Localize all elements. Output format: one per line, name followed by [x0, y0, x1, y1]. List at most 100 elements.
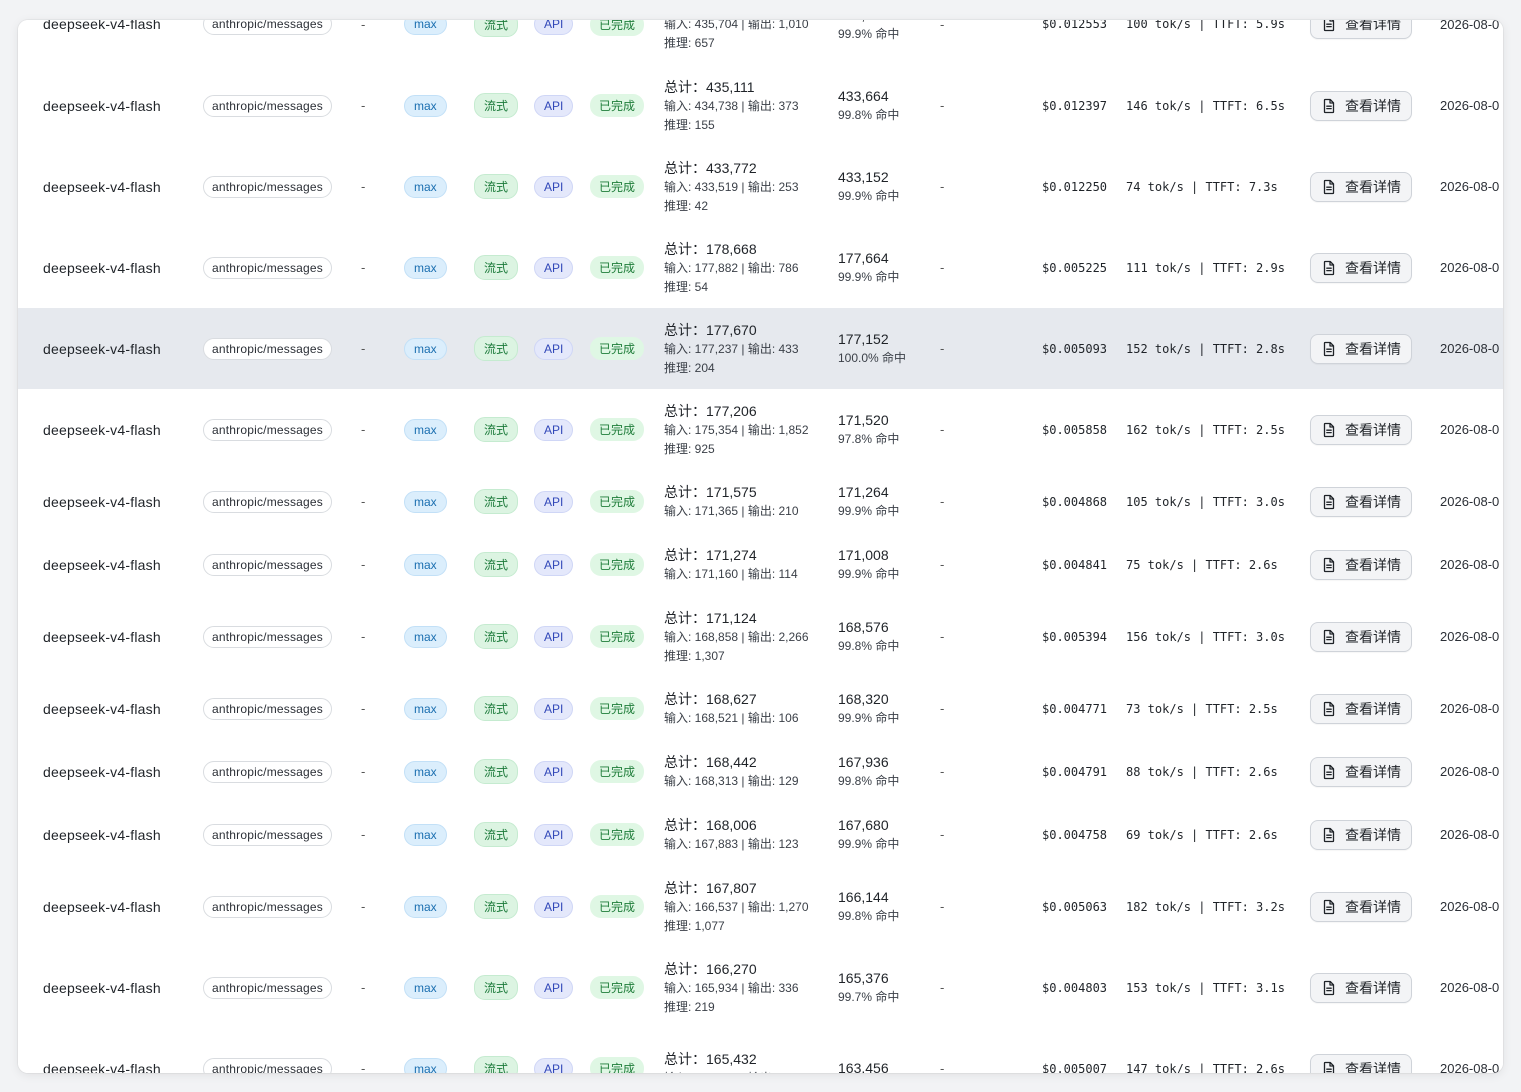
extra-value: - — [940, 980, 945, 995]
cache-hit-rate: 100.0% 命中 — [838, 351, 907, 365]
cache-usage: 171,520 97.8% 命中 — [838, 389, 899, 470]
cache-usage: 171,264 99.9% 命中 — [838, 470, 899, 533]
token-io: 输入: 164,334 | 输出: 1,098 — [664, 1069, 809, 1073]
token-total: 总计：168,006 — [664, 817, 757, 833]
timestamp: 2026-08-0 — [1440, 422, 1500, 437]
view-detail-button[interactable]: 查看详情 — [1310, 20, 1412, 39]
effort-badge: max — [404, 1057, 447, 1073]
cache-usage: 433,664 99.8% 命中 — [838, 65, 899, 146]
document-icon — [1323, 764, 1335, 779]
timestamp: 2026-08-0 — [1440, 557, 1500, 572]
table-row[interactable]: deepseek-v4-flash anthropic/messages - m… — [18, 308, 1503, 390]
table-row[interactable]: deepseek-v4-flash anthropic/messages - m… — [18, 596, 1503, 678]
view-detail-button[interactable]: 查看详情 — [1310, 333, 1412, 364]
cache-tokens: 177,664 — [838, 250, 889, 266]
table-row[interactable]: deepseek-v4-flash anthropic/messages - m… — [18, 866, 1503, 948]
table-row[interactable]: deepseek-v4-flash anthropic/messages - m… — [18, 146, 1503, 228]
table-row[interactable]: deepseek-v4-flash anthropic/messages - m… — [18, 677, 1503, 741]
token-io: 输入: 177,237 | 输出: 433 — [664, 341, 799, 356]
table-row[interactable]: deepseek-v4-flash anthropic/messages - m… — [18, 1028, 1503, 1073]
token-io: 输入: 433,519 | 输出: 253 — [664, 179, 799, 194]
model-name: deepseek-v4-flash — [43, 20, 161, 32]
view-detail-button[interactable]: 查看详情 — [1310, 756, 1412, 787]
cost-value: $0.012397 — [1042, 98, 1108, 113]
token-usage: 总计：435,111 输入: 434,738 | 输出: 373 推理: 155 — [664, 65, 799, 146]
cache-tokens: 433,664 — [838, 88, 889, 104]
view-detail-button[interactable]: 查看详情 — [1310, 549, 1412, 580]
endpoint-badge: anthropic/messages — [203, 20, 332, 35]
document-icon — [1323, 179, 1335, 194]
token-reasoning: 推理: 54 — [664, 279, 709, 294]
extra-value: - — [940, 1061, 945, 1073]
cache-usage: 167,936 99.8% 命中 — [838, 740, 899, 803]
status-badge: 已完成 — [590, 553, 645, 576]
cache-usage: 168,320 99.9% 命中 — [838, 677, 899, 740]
usage-log-window: deepseek-v4-flash anthropic/messages - m… — [18, 20, 1503, 1073]
table-row[interactable]: deepseek-v4-flash anthropic/messages - m… — [18, 227, 1503, 309]
token-io: 输入: 171,365 | 输出: 210 — [664, 504, 799, 518]
speed-value: 74 tok/s | TTFT: 7.3s — [1126, 179, 1278, 194]
effort-badge: max — [404, 895, 447, 918]
table-row[interactable]: deepseek-v4-flash anthropic/messages - m… — [18, 65, 1503, 147]
view-detail-label: 查看详情 — [1345, 178, 1401, 195]
cache-tokens: 177,152 — [838, 331, 889, 347]
model-name: deepseek-v4-flash — [43, 556, 161, 573]
view-detail-button[interactable]: 查看详情 — [1310, 972, 1412, 1003]
table-row[interactable]: deepseek-v4-flash anthropic/messages - m… — [18, 20, 1503, 66]
table-row[interactable]: deepseek-v4-flash anthropic/messages - m… — [18, 803, 1503, 867]
model-name: deepseek-v4-flash — [43, 1060, 161, 1074]
view-detail-button[interactable]: 查看详情 — [1310, 891, 1412, 922]
token-io: 输入: 171,160 | 输出: 114 — [664, 567, 798, 581]
model-name: deepseek-v4-flash — [43, 178, 161, 195]
timestamp: 2026-08-0 — [1440, 260, 1500, 275]
view-detail-button[interactable]: 查看详情 — [1310, 414, 1412, 445]
document-icon — [1323, 494, 1335, 509]
cache-usage: 177,152 100.0% 命中 — [838, 308, 906, 389]
status-badge: 已完成 — [590, 1057, 645, 1073]
view-detail-button[interactable]: 查看详情 — [1310, 486, 1412, 517]
table-row[interactable]: deepseek-v4-flash anthropic/messages - m… — [18, 533, 1503, 597]
speed-value: 146 tok/s | TTFT: 6.5s — [1126, 98, 1285, 113]
stream-badge: 流式 — [474, 336, 519, 361]
status-badge: 已完成 — [590, 490, 645, 513]
group-value: - — [361, 98, 366, 113]
view-detail-button[interactable]: 查看详情 — [1310, 621, 1412, 652]
effort-badge: max — [404, 94, 447, 117]
cost-value: $0.004868 — [1042, 494, 1108, 509]
view-detail-button[interactable]: 查看详情 — [1310, 1053, 1412, 1073]
extra-value: - — [940, 701, 945, 716]
timestamp: 2026-08-0 — [1440, 98, 1500, 113]
token-reasoning: 推理: 1,077 — [664, 918, 725, 933]
cache-usage: 435,372 99.9% 命中 — [838, 20, 899, 65]
view-detail-button[interactable]: 查看详情 — [1310, 693, 1412, 724]
view-detail-button[interactable]: 查看详情 — [1310, 171, 1412, 202]
cache-hit-rate: 99.9% 命中 — [838, 504, 900, 518]
table-row[interactable]: deepseek-v4-flash anthropic/messages - m… — [18, 740, 1503, 804]
source-badge: API — [534, 256, 574, 279]
view-detail-label: 查看详情 — [1345, 763, 1401, 780]
view-detail-button[interactable]: 查看详情 — [1310, 252, 1412, 283]
cache-tokens: 167,936 — [838, 754, 889, 770]
speed-value: 100 tok/s | TTFT: 5.9s — [1126, 20, 1285, 31]
table-row[interactable]: deepseek-v4-flash anthropic/messages - m… — [18, 947, 1503, 1029]
table-row[interactable]: deepseek-v4-flash anthropic/messages - m… — [18, 389, 1503, 471]
token-total: 总计：177,670 — [664, 321, 757, 338]
cache-tokens: 168,576 — [838, 619, 889, 635]
view-detail-button[interactable]: 查看详情 — [1310, 90, 1412, 121]
timestamp: 2026-08-0 — [1440, 764, 1500, 779]
source-badge: API — [534, 895, 574, 918]
endpoint-badge: anthropic/messages — [203, 895, 332, 918]
timestamp: 2026-08-0 — [1440, 20, 1500, 32]
endpoint-badge: anthropic/messages — [203, 553, 332, 576]
speed-value: 162 tok/s | TTFT: 2.5s — [1126, 422, 1285, 437]
view-detail-label: 查看详情 — [1345, 628, 1401, 645]
group-value: - — [361, 764, 366, 779]
view-detail-button[interactable]: 查看详情 — [1310, 819, 1412, 850]
status-badge: 已完成 — [590, 760, 645, 783]
group-value: - — [361, 260, 366, 275]
table-row[interactable]: deepseek-v4-flash anthropic/messages - m… — [18, 470, 1503, 534]
extra-value: - — [940, 827, 945, 842]
status-badge: 已完成 — [590, 697, 645, 720]
stream-badge: 流式 — [474, 174, 519, 199]
cache-hit-rate: 99.8% 命中 — [838, 909, 900, 923]
